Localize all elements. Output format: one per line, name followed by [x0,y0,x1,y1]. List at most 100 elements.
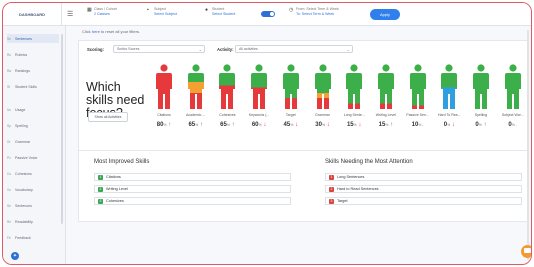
rank-badge: 3 [98,198,103,204]
app-window: DASHBOARD ☰ ▦ Class / Cohort 2 Classes ▪… [2,2,532,265]
sidebar-item-label: Vocabulary [15,187,33,192]
sidebar: Se Sentences Ru Rubrics Ra Rankings St Stude… [3,26,66,264]
class-filter[interactable]: ▦ Class / Cohort 2 Classes [87,7,117,17]
skill-name: Hard To Rea... [438,113,461,117]
sidebar-item-sentences-2[interactable]: Se Sentences [7,201,59,210]
main-scrollbar[interactable] [527,30,529,260]
sidebar-item-spelling[interactable]: Sp Spelling [7,121,59,130]
most-improved-item[interactable]: 2 Writing Level [94,185,291,193]
figure-head [350,64,358,72]
person-figure-icon [219,64,236,109]
scoring-select[interactable]: Scribo Scores ⌄ [113,45,205,53]
most-improved-item[interactable]: 3 Cohesives [94,197,291,205]
activity-select[interactable]: All activities ⌄ [235,45,353,53]
sidebar-item-vocabulary[interactable]: Vo Vocabulary [7,185,59,194]
list-item-label: Cohesives [106,199,124,203]
sidebar-item-label: Rankings [15,68,30,73]
class-icon: ▦ [87,7,92,13]
sidebar-item-feedback[interactable]: Fe Feedback [7,233,59,242]
figure-body [251,73,268,109]
sidebar-item-label: Usage [15,107,26,112]
show-all-activities-button[interactable]: Show all Activities [88,112,128,122]
skill-figure[interactable]: Subject Wor... 0% - [498,64,528,128]
student-filter[interactable]: ● Student Select Student [205,7,235,17]
sidebar-item-rankings[interactable]: Ra Rankings [7,66,59,75]
skill-percent-value: 15 [346,122,354,128]
skill-figure[interactable]: Keywords (... 60% ↓ [244,64,274,128]
person-figure-icon [314,64,331,109]
skill-figure[interactable]: Long Sente... 15% ↓ [339,64,369,128]
most-improved-item[interactable]: 1 Citations [94,173,291,181]
reset-filters-link[interactable]: here [92,29,100,34]
needs-attention-item[interactable]: 2 Hard to Read Sentences [325,185,522,193]
skill-name: Grammar [315,113,330,117]
list-item-label: Target [337,199,348,203]
figure-body [314,73,331,109]
sidebar-item-readability[interactable]: Re Readability [7,217,59,226]
reset-text: Click [82,29,92,34]
sidebar-item-cohesives[interactable]: Co Cohesives [7,169,59,178]
sidebar-item-label: Passive Voice [15,155,38,160]
rank-badge: 1 [98,174,103,180]
chevron-down-icon: ⌄ [346,47,350,52]
skill-name: Keywords (... [248,113,270,117]
figure-body [346,73,363,109]
skill-figure[interactable]: Writing Level 15% ↑ [371,64,401,128]
subject-filter[interactable]: ▪ Subject Select Subject [147,7,177,17]
sidebar-item-student-skills[interactable]: St Student Skills [7,82,59,91]
skill-figure[interactable]: Citations 80% ↑ [149,64,179,128]
no-change-icon: - [514,123,517,127]
sidebar-item-sentences[interactable]: Se Sentences [7,34,59,43]
skill-name: Subject Wor... [501,113,524,117]
sidebar-item-label: Readability [15,219,33,224]
accessibility-icon[interactable]: ✦ [11,252,19,260]
skill-figure[interactable]: Passive Sen... 10% - [403,64,433,128]
arrow-up-icon: ↑ [198,122,203,128]
chat-icon[interactable] [521,245,531,258]
skill-percent: 15% ↑ [371,122,401,128]
rank-badge: 1 [329,174,334,180]
figure-body [219,73,236,109]
skill-name: Writing Level [375,113,396,117]
reset-text-rest: to reset all your filters. [99,29,141,34]
date-range-filter[interactable]: ◷ From: Select Term & Week To: Select Te… [289,7,339,17]
term-toggle[interactable] [261,11,275,17]
sidebar-item-rubrics[interactable]: Ru Rubrics [7,50,59,59]
skill-percent: 0% ↓ [434,122,464,128]
figure-head [255,64,263,72]
skill-name: Citations [157,113,171,117]
date-from: From: Select Term & Week [296,7,339,11]
sidebar-item-abbr: Se [7,203,11,208]
skills-summary-card: Most Improved Skills 1 Citations 2 Writing… [78,150,528,222]
person-figure-icon [346,64,363,109]
sidebar-scrollbar[interactable] [61,34,63,224]
needs-attention-item[interactable]: 3 Target [325,197,522,205]
skill-percent-value: 30 [315,122,322,128]
skill-percent-value: 65 [220,122,227,128]
needs-attention-item[interactable]: 1 Long Sentences [325,173,522,181]
date-to: To: Select Term & Week [296,12,335,16]
brand-title[interactable]: DASHBOARD [3,3,62,25]
skill-figure[interactable]: Hard To Rea... 0% ↓ [434,64,464,128]
apply-button[interactable]: Apply [370,9,400,20]
list-item-label: Writing Level [106,187,128,191]
skill-percent: 10% - [403,122,433,128]
skill-figure[interactable]: Cohesives 65% ↑ [212,64,242,128]
arrow-down-icon: ↓ [325,122,330,128]
activity-label: Activity: [217,47,234,52]
sidebar-item-label: Sentences [15,203,32,208]
sidebar-item-label: Cohesives [15,171,32,176]
skill-figure[interactable]: Academic ... 65% ↑ [181,64,211,128]
sidebar-item-passive-voice[interactable]: Pv Passive Voice [7,153,59,162]
skill-name: Academic ... [186,113,206,117]
sidebar-item-grammar[interactable]: Gr Grammar [7,137,59,146]
skill-figure[interactable]: Grammar 30% ↓ [308,64,338,128]
sidebar-item-label: Spelling [15,123,28,128]
most-improved-title: Most Improved Skills [94,159,150,165]
student-icon: ● [205,7,209,13]
skill-percent: 65% ↑ [212,122,242,128]
skill-figure[interactable]: Spelling 0% ↑ [466,64,496,128]
sidebar-item-usage[interactable]: Us Usage [7,105,59,114]
skill-figure[interactable]: Target 45% ↓ [276,64,306,128]
menu-icon[interactable]: ☰ [67,10,73,18]
